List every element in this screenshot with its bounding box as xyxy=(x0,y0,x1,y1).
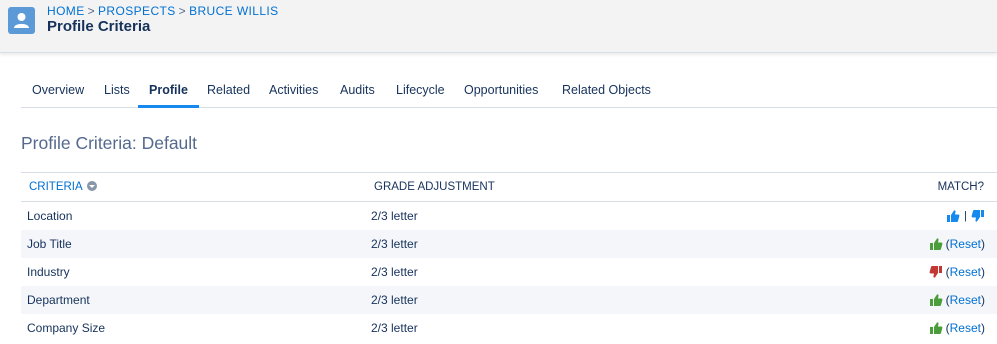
tab-lists[interactable]: Lists xyxy=(93,72,141,108)
reset-link[interactable]: Reset xyxy=(950,237,981,251)
reset-link[interactable]: Reset xyxy=(950,265,981,279)
table-row: Location 2/3 letter | xyxy=(21,202,997,230)
reset-group: (Reset) xyxy=(946,286,985,314)
thumbs-up-icon[interactable] xyxy=(929,293,943,307)
tab-related-objects[interactable]: Related Objects xyxy=(551,72,662,108)
breadcrumb-separator: > xyxy=(87,4,96,18)
breadcrumb-separator: > xyxy=(178,4,187,18)
reset-group: (Reset) xyxy=(946,314,985,342)
page-title: Profile Criteria xyxy=(47,18,151,35)
match-cell: | xyxy=(946,202,985,233)
grade-column-header: GRADE ADJUSTMENT xyxy=(374,181,495,193)
match-cell: (Reset) xyxy=(929,286,985,317)
criteria-cell: Department xyxy=(27,293,90,307)
thumbs-down-icon[interactable] xyxy=(971,209,985,223)
breadcrumb-prospects-link[interactable]: PROSPECTS xyxy=(98,4,176,18)
match-cell: (Reset) xyxy=(929,258,985,289)
reset-link[interactable]: Reset xyxy=(950,293,981,307)
thumbs-up-icon[interactable] xyxy=(929,321,943,335)
grade-adjustment-cell: 2/3 letter xyxy=(371,265,418,279)
tab-lifecycle[interactable]: Lifecycle xyxy=(385,72,456,108)
match-divider: | xyxy=(964,210,967,222)
table-row: Job Title 2/3 letter (Reset) xyxy=(21,230,997,258)
page-header: HOME > PROSPECTS > BRUCE WILLIS Profile Crit… xyxy=(0,0,997,53)
tab-bar: Overview Lists Profile Related Activitie… xyxy=(21,72,997,108)
match-controls: | xyxy=(946,202,985,230)
tab-opportunities[interactable]: Opportunities xyxy=(453,72,549,108)
match-cell: (Reset) xyxy=(929,230,985,261)
table-header: CRITERIA GRADE ADJUSTMENT MATCH? xyxy=(21,172,997,202)
table-row: Department 2/3 letter (Reset) xyxy=(21,286,997,314)
criteria-cell: Job Title xyxy=(27,237,72,251)
tab-profile[interactable]: Profile xyxy=(138,72,199,108)
tab-overview[interactable]: Overview xyxy=(21,72,95,108)
close-paren: ) xyxy=(981,321,985,335)
section-title: Profile Criteria: Default xyxy=(21,133,198,153)
tab-related[interactable]: Related xyxy=(196,72,261,108)
criteria-column-header[interactable]: CRITERIA xyxy=(29,173,98,201)
breadcrumb-home-link[interactable]: HOME xyxy=(47,4,85,18)
close-paren: ) xyxy=(981,293,985,307)
match-controls: (Reset) xyxy=(929,230,985,258)
criteria-cell: Industry xyxy=(27,265,70,279)
thumbs-up-icon[interactable] xyxy=(946,209,960,223)
grade-adjustment-cell: 2/3 letter xyxy=(371,209,418,223)
close-paren: ) xyxy=(981,237,985,251)
tab-audits[interactable]: Audits xyxy=(329,72,386,108)
reset-group: (Reset) xyxy=(946,258,985,286)
criteria-cell: Company Size xyxy=(27,321,106,335)
criteria-cell: Location xyxy=(27,209,73,223)
table-row: Industry 2/3 letter (Reset) xyxy=(21,258,997,286)
breadcrumb: HOME > PROSPECTS > BRUCE WILLIS xyxy=(47,4,279,18)
match-controls: (Reset) xyxy=(929,286,985,314)
grade-adjustment-cell: 2/3 letter xyxy=(371,321,418,335)
match-column-header: MATCH? xyxy=(937,181,984,193)
match-controls: (Reset) xyxy=(929,314,985,342)
match-cell: (Reset) xyxy=(929,314,985,344)
thumbs-down-icon[interactable] xyxy=(929,265,943,279)
grade-adjustment-cell: 2/3 letter xyxy=(371,293,418,307)
close-paren: ) xyxy=(981,265,985,279)
sort-down-icon[interactable] xyxy=(87,181,98,191)
reset-link[interactable]: Reset xyxy=(950,321,981,335)
person-icon xyxy=(14,13,29,28)
avatar xyxy=(8,7,35,34)
tab-activities[interactable]: Activities xyxy=(258,72,329,108)
criteria-column-label: CRITERIA xyxy=(29,181,83,193)
grade-adjustment-cell: 2/3 letter xyxy=(371,237,418,251)
table-row: Company Size 2/3 letter (Reset) xyxy=(21,314,997,342)
reset-group: (Reset) xyxy=(946,230,985,258)
breadcrumb-prospect-link[interactable]: BRUCE WILLIS xyxy=(189,4,279,18)
thumbs-up-icon[interactable] xyxy=(929,237,943,251)
match-controls: (Reset) xyxy=(929,258,985,286)
